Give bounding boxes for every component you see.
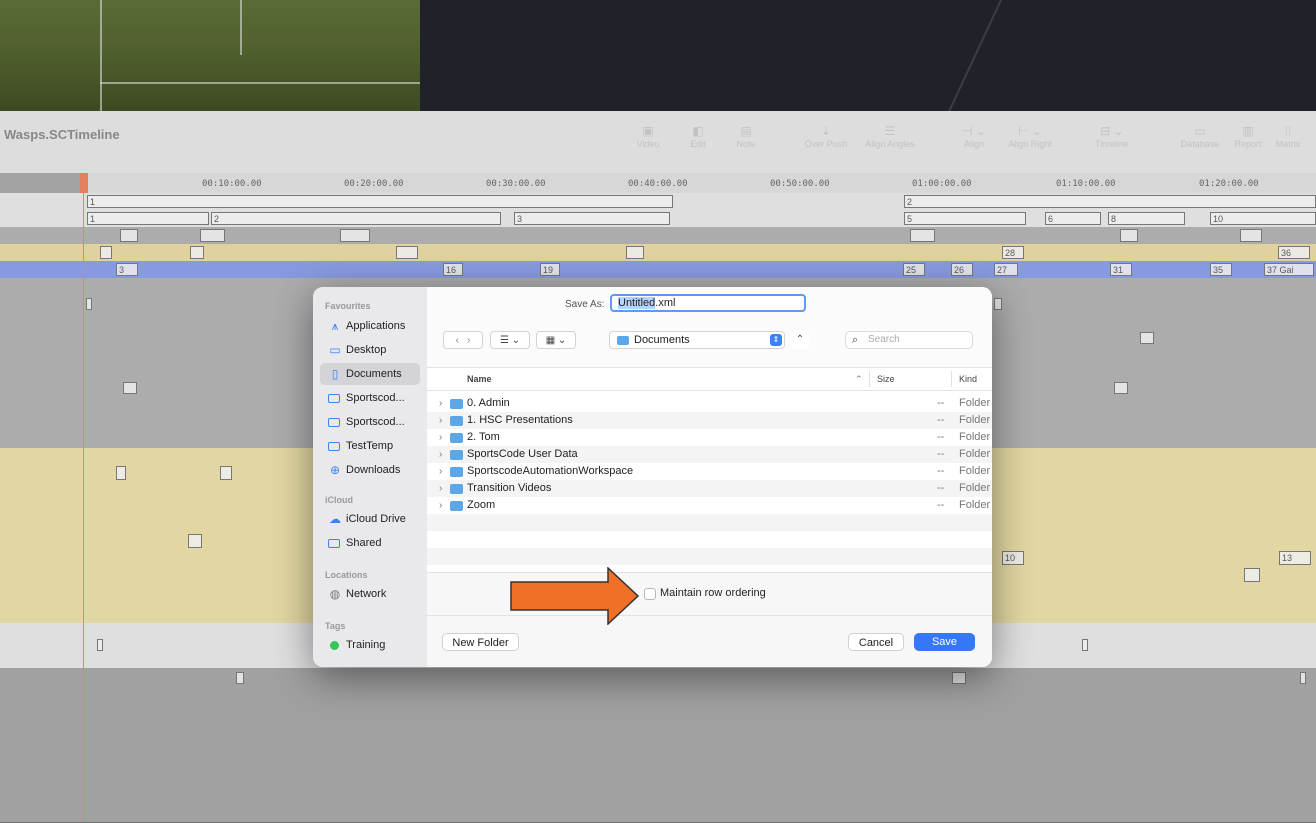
video-thumbnail[interactable]	[0, 0, 420, 111]
sidebar-item-network[interactable]: ◍ Network	[320, 583, 420, 605]
chevron-left-icon[interactable]: ‹	[455, 335, 458, 346]
disclosure-chevron-icon[interactable]: ›	[439, 446, 442, 463]
file-row[interactable]: › SportscodeAutomationWorkspace -- Folder	[427, 463, 992, 480]
sidebar-item-icloud-drive[interactable]: ☁ iCloud Drive	[320, 508, 420, 530]
globe-icon: ◍	[329, 587, 341, 601]
cancel-button[interactable]: Cancel	[848, 633, 904, 651]
save-as-label: Save As:	[565, 299, 605, 310]
video-panel	[0, 0, 1316, 111]
applications-icon: ⩚	[331, 319, 339, 333]
column-size[interactable]: Size	[877, 374, 895, 384]
sidebar-item-sportscode-2[interactable]: Sportscod...	[320, 411, 420, 433]
folder-icon	[450, 433, 463, 443]
disclosure-chevron-icon[interactable]: ›	[439, 429, 442, 446]
back-forward-buttons[interactable]: ‹ ›	[443, 331, 483, 349]
sidebar-header-icloud: iCloud	[325, 495, 353, 505]
sidebar-header-tags: Tags	[325, 621, 346, 631]
sidebar-item-tag-training[interactable]: Training	[320, 634, 420, 656]
file-row[interactable]: › 2. Tom -- Folder	[427, 429, 992, 446]
folder-icon	[450, 484, 463, 494]
list-view-button[interactable]: ☰ ⌄	[490, 331, 530, 349]
save-button[interactable]: Save	[914, 633, 975, 651]
column-kind[interactable]: Kind	[959, 374, 977, 384]
finder-sidebar: Favourites ⩚ Applications ▭ Desktop ▯ Docum…	[313, 287, 428, 667]
folder-icon	[450, 416, 463, 426]
sort-ascending-icon[interactable]: ⌃	[855, 374, 863, 385]
folder-icon	[328, 418, 340, 427]
file-row[interactable]: › SportsCode User Data -- Folder	[427, 446, 992, 463]
sidebar-item-documents[interactable]: ▯ Documents	[320, 363, 420, 385]
icon-view-button[interactable]: ▦ ⌄	[536, 331, 576, 349]
cloud-icon: ☁	[329, 512, 341, 526]
sidebar-item-shared[interactable]: Shared	[320, 532, 420, 554]
disclosure-chevron-icon[interactable]: ›	[439, 412, 442, 429]
file-list: Name ⌃ Size Kind › 0. Admin -- Folder › 1. H…	[427, 367, 992, 573]
sidebar-item-desktop[interactable]: ▭ Desktop	[320, 339, 420, 361]
annotation-arrow	[510, 567, 640, 625]
file-row[interactable]: › Transition Videos -- Folder	[427, 480, 992, 497]
save-dialog: Favourites ⩚ Applications ▭ Desktop ▯ Docum…	[313, 287, 992, 667]
folder-icon	[450, 399, 463, 409]
file-row[interactable]: › 1. HSC Presentations -- Folder	[427, 412, 992, 429]
filename-input[interactable]: Untitled.xml	[610, 294, 806, 312]
disclosure-chevron-icon[interactable]: ›	[439, 480, 442, 497]
sidebar-item-sportscode-1[interactable]: Sportscod...	[320, 387, 420, 409]
sidebar-item-testtemp[interactable]: TestTemp	[320, 435, 420, 457]
folder-icon	[450, 501, 463, 511]
disclosure-chevron-icon[interactable]: ›	[439, 463, 442, 480]
file-list-header: Name ⌃ Size Kind	[427, 368, 992, 391]
collapse-button[interactable]: ⌃	[791, 331, 809, 349]
search-icon: ⌕	[852, 334, 859, 346]
list-view-icon: ☰ ⌄	[499, 335, 521, 346]
shared-folder-icon	[328, 539, 340, 548]
file-row[interactable]: › 0. Admin -- Folder	[427, 395, 992, 412]
document-icon: ▯	[331, 367, 339, 381]
file-row[interactable]: › Zoom -- Folder	[427, 497, 992, 514]
sidebar-item-applications[interactable]: ⩚ Applications	[320, 315, 420, 337]
folder-icon	[450, 450, 463, 460]
disclosure-chevron-icon[interactable]: ›	[439, 497, 442, 514]
folder-icon	[328, 394, 340, 403]
new-folder-button[interactable]: New Folder	[442, 633, 519, 651]
download-icon: ⊕	[329, 463, 341, 477]
tag-color-dot	[330, 641, 339, 650]
sidebar-item-downloads[interactable]: ⊕ Downloads	[320, 459, 420, 481]
grid-view-icon: ▦ ⌄	[545, 335, 567, 346]
empty-row	[427, 514, 992, 531]
chevron-right-icon[interactable]: ›	[467, 335, 470, 346]
disclosure-chevron-icon[interactable]: ›	[439, 395, 442, 412]
maintain-row-ordering-label[interactable]: Maintain row ordering	[660, 587, 766, 599]
sidebar-header-favourites: Favourites	[325, 301, 371, 311]
empty-row	[427, 548, 992, 565]
sidebar-header-locations: Locations	[325, 570, 368, 580]
folder-icon	[617, 336, 629, 345]
up-down-icon: ⇕	[770, 334, 782, 346]
column-name[interactable]: Name	[467, 374, 492, 384]
folder-icon	[450, 467, 463, 477]
desktop-icon: ▭	[329, 343, 341, 357]
search-field[interactable]: ⌕ Search	[845, 331, 973, 349]
location-popup[interactable]: Documents ⇕	[609, 331, 785, 349]
folder-icon	[328, 442, 340, 451]
chevron-up-icon: ⌃	[795, 334, 805, 345]
